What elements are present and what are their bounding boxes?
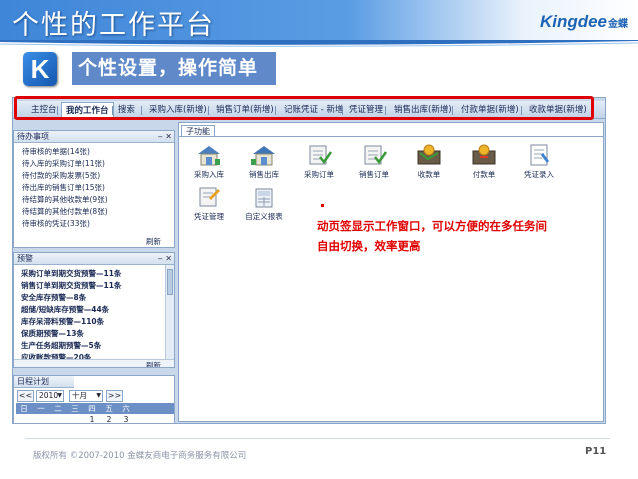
function-purchase-inbound[interactable]: 采购入库 xyxy=(181,143,237,180)
function-label: 凭证管理 xyxy=(194,212,224,221)
calendar-prev-button[interactable]: << xyxy=(17,390,34,402)
calendar-weekday-header: 日 一 二 三 四 五 六 xyxy=(16,403,174,414)
calendar-day[interactable]: 3 xyxy=(118,415,134,423)
chevron-down-icon: ▼ xyxy=(96,392,101,399)
todo-title: 待办事项 xyxy=(17,132,49,141)
calendar-title: 日程计划 xyxy=(17,377,49,386)
slide-subtitle: 个性设置，操作简单 xyxy=(72,52,276,85)
function-custom-report[interactable]: 自定义报表 xyxy=(236,185,292,222)
list-item[interactable]: 待出库的销售订单(15张) xyxy=(22,182,105,193)
annotation-text: 动页签显示工作窗口，可以方便的在多任务间自由切换，效率更高 xyxy=(317,219,547,253)
brand-sub: 金蝶 xyxy=(608,19,628,30)
weekday-label: 一 xyxy=(37,404,45,413)
function-label: 收款单 xyxy=(417,170,441,179)
list-item[interactable]: 保质期预警—13条 xyxy=(21,328,84,339)
weekday-label: 四 xyxy=(88,404,96,413)
list-item[interactable]: 待入库的采购订单(11张) xyxy=(22,158,105,169)
function-sales-order[interactable]: 销售订单 xyxy=(346,143,402,180)
warning-footer: 刷新 xyxy=(14,359,174,367)
list-item[interactable]: 待结算的其他收款单(9张) xyxy=(22,194,108,205)
list-item[interactable]: 待审核的凭证(33张) xyxy=(22,218,90,229)
list-item[interactable]: 待结算的其他付款单(8张) xyxy=(22,206,108,217)
purchase-inbound-icon xyxy=(198,146,220,166)
function-label: 凭证录入 xyxy=(524,170,554,179)
header-wave xyxy=(0,40,638,47)
weekday-label: 五 xyxy=(105,404,113,413)
weekday-label: 日 xyxy=(20,404,28,413)
function-receipt[interactable]: 收款单 xyxy=(401,143,457,180)
function-payment[interactable]: 付款单 xyxy=(456,143,512,180)
calendar-year-select[interactable]: 2010 ▼ xyxy=(36,390,64,402)
warning-refresh-button[interactable]: 刷新 xyxy=(146,360,161,367)
calendar-panel: 日程计划 << 2010 ▼ 十月 ▼ >> 日 一 二 三 四 五 六 1 2 3 xyxy=(13,375,175,424)
calendar-day[interactable]: 1 xyxy=(84,415,100,423)
warning-scrollbar[interactable] xyxy=(165,265,174,367)
list-item[interactable]: 待审核的单据(14张) xyxy=(22,146,90,157)
kingdee-logo: Kingdee金蝶 xyxy=(540,12,628,32)
calendar-panel-header: 日程计划 xyxy=(14,376,74,388)
list-item[interactable]: 待付款的采购发票(5张) xyxy=(22,170,100,181)
warning-title: 预警 xyxy=(17,254,33,263)
warning-panel: 预警 ‒ ✕ 采购订单到期交货预警—11条 销售订单到期交货预警—11条 安全库… xyxy=(13,252,175,368)
sales-outbound-icon xyxy=(251,146,275,166)
purchase-order-icon xyxy=(309,145,333,165)
month-value: 十月 xyxy=(72,391,87,400)
todo-refresh-button[interactable]: 刷新 xyxy=(146,236,161,247)
footer-divider xyxy=(25,438,610,439)
function-sales-outbound[interactable]: 销售出库 xyxy=(236,143,292,180)
list-item[interactable]: 销售订单到期交货预警—11条 xyxy=(21,280,121,291)
header-banner: 个性的工作平台 Kingdee金蝶 xyxy=(0,0,638,42)
list-item[interactable]: 库存呆滞料预警—110条 xyxy=(21,316,104,327)
custom-report-icon xyxy=(255,188,273,208)
page-number: P11 xyxy=(585,446,607,457)
list-item[interactable]: 应收账款预警—20条 xyxy=(21,352,91,359)
chevron-down-icon: ▼ xyxy=(57,392,62,399)
todo-panel-header: 待办事项 xyxy=(14,131,174,143)
function-label: 采购入库 xyxy=(194,170,224,179)
list-item[interactable]: 安全库存预警—8条 xyxy=(21,292,86,303)
slide: 个性的工作平台 Kingdee金蝶 K 个性设置，操作简单 主控台 我的工作台 … xyxy=(0,0,638,479)
function-voucher-entry[interactable]: 凭证录入 xyxy=(511,143,567,180)
list-item[interactable]: 超储/短缺库存预警—44条 xyxy=(21,304,109,315)
weekday-label: 六 xyxy=(122,404,130,413)
year-value: 2010 xyxy=(39,391,59,400)
annotation-bullet xyxy=(321,204,324,207)
k-logo-icon: K xyxy=(23,52,57,86)
calendar-next-button[interactable]: >> xyxy=(106,390,123,402)
function-purchase-order[interactable]: 采购订单 xyxy=(291,143,347,180)
todo-panel: 待办事项 ‒ ✕ 待审核的单据(14张) 待入库的采购订单(11张) 待付款的采… xyxy=(13,130,175,248)
weekday-label: 三 xyxy=(71,404,79,413)
list-item[interactable]: 采购订单到期交货预警—11条 xyxy=(21,268,121,279)
function-voucher-management[interactable]: 凭证管理 xyxy=(181,185,237,222)
app-window: 主控台 我的工作台 搜索 采购入库(新增) 销售订单(新增) 记账凭证 - 新增… xyxy=(12,97,606,424)
voucher-entry-icon xyxy=(530,144,549,166)
function-label: 销售订单 xyxy=(359,170,389,179)
slide-title: 个性的工作平台 xyxy=(12,10,215,41)
brand-name: Kingdee xyxy=(539,12,607,31)
voucher-management-icon xyxy=(199,187,220,207)
panel-controls-icon[interactable]: ‒ ✕ xyxy=(158,131,172,142)
function-label: 自定义报表 xyxy=(245,212,283,221)
main-divider xyxy=(179,136,603,137)
receipt-icon xyxy=(417,144,441,165)
payment-icon xyxy=(472,144,496,165)
function-label: 付款单 xyxy=(472,170,496,179)
sub-function-area: 子功能 采购入库 销售出库 采购订单 销售订单 收款单 付款单 凭证录入 凭证管… xyxy=(178,122,604,422)
function-label: 销售出库 xyxy=(249,170,279,179)
list-item[interactable]: 生产任务超期预警—5条 xyxy=(21,340,101,351)
panel-controls-icon[interactable]: ‒ ✕ xyxy=(158,253,172,264)
scrollbar-thumb[interactable] xyxy=(167,269,173,295)
tabbar-highlight-frame xyxy=(14,96,594,120)
calendar-day[interactable]: 2 xyxy=(101,415,117,423)
calendar-month-select[interactable]: 十月 ▼ xyxy=(69,390,103,402)
function-label: 采购订单 xyxy=(304,170,334,179)
copyright-text: 版权所有 ©2007-2010 金蝶友商电子商务服务有限公司 xyxy=(33,451,247,461)
sales-order-icon xyxy=(364,145,388,165)
weekday-label: 二 xyxy=(54,404,62,413)
warning-panel-header: 预警 xyxy=(14,253,174,265)
